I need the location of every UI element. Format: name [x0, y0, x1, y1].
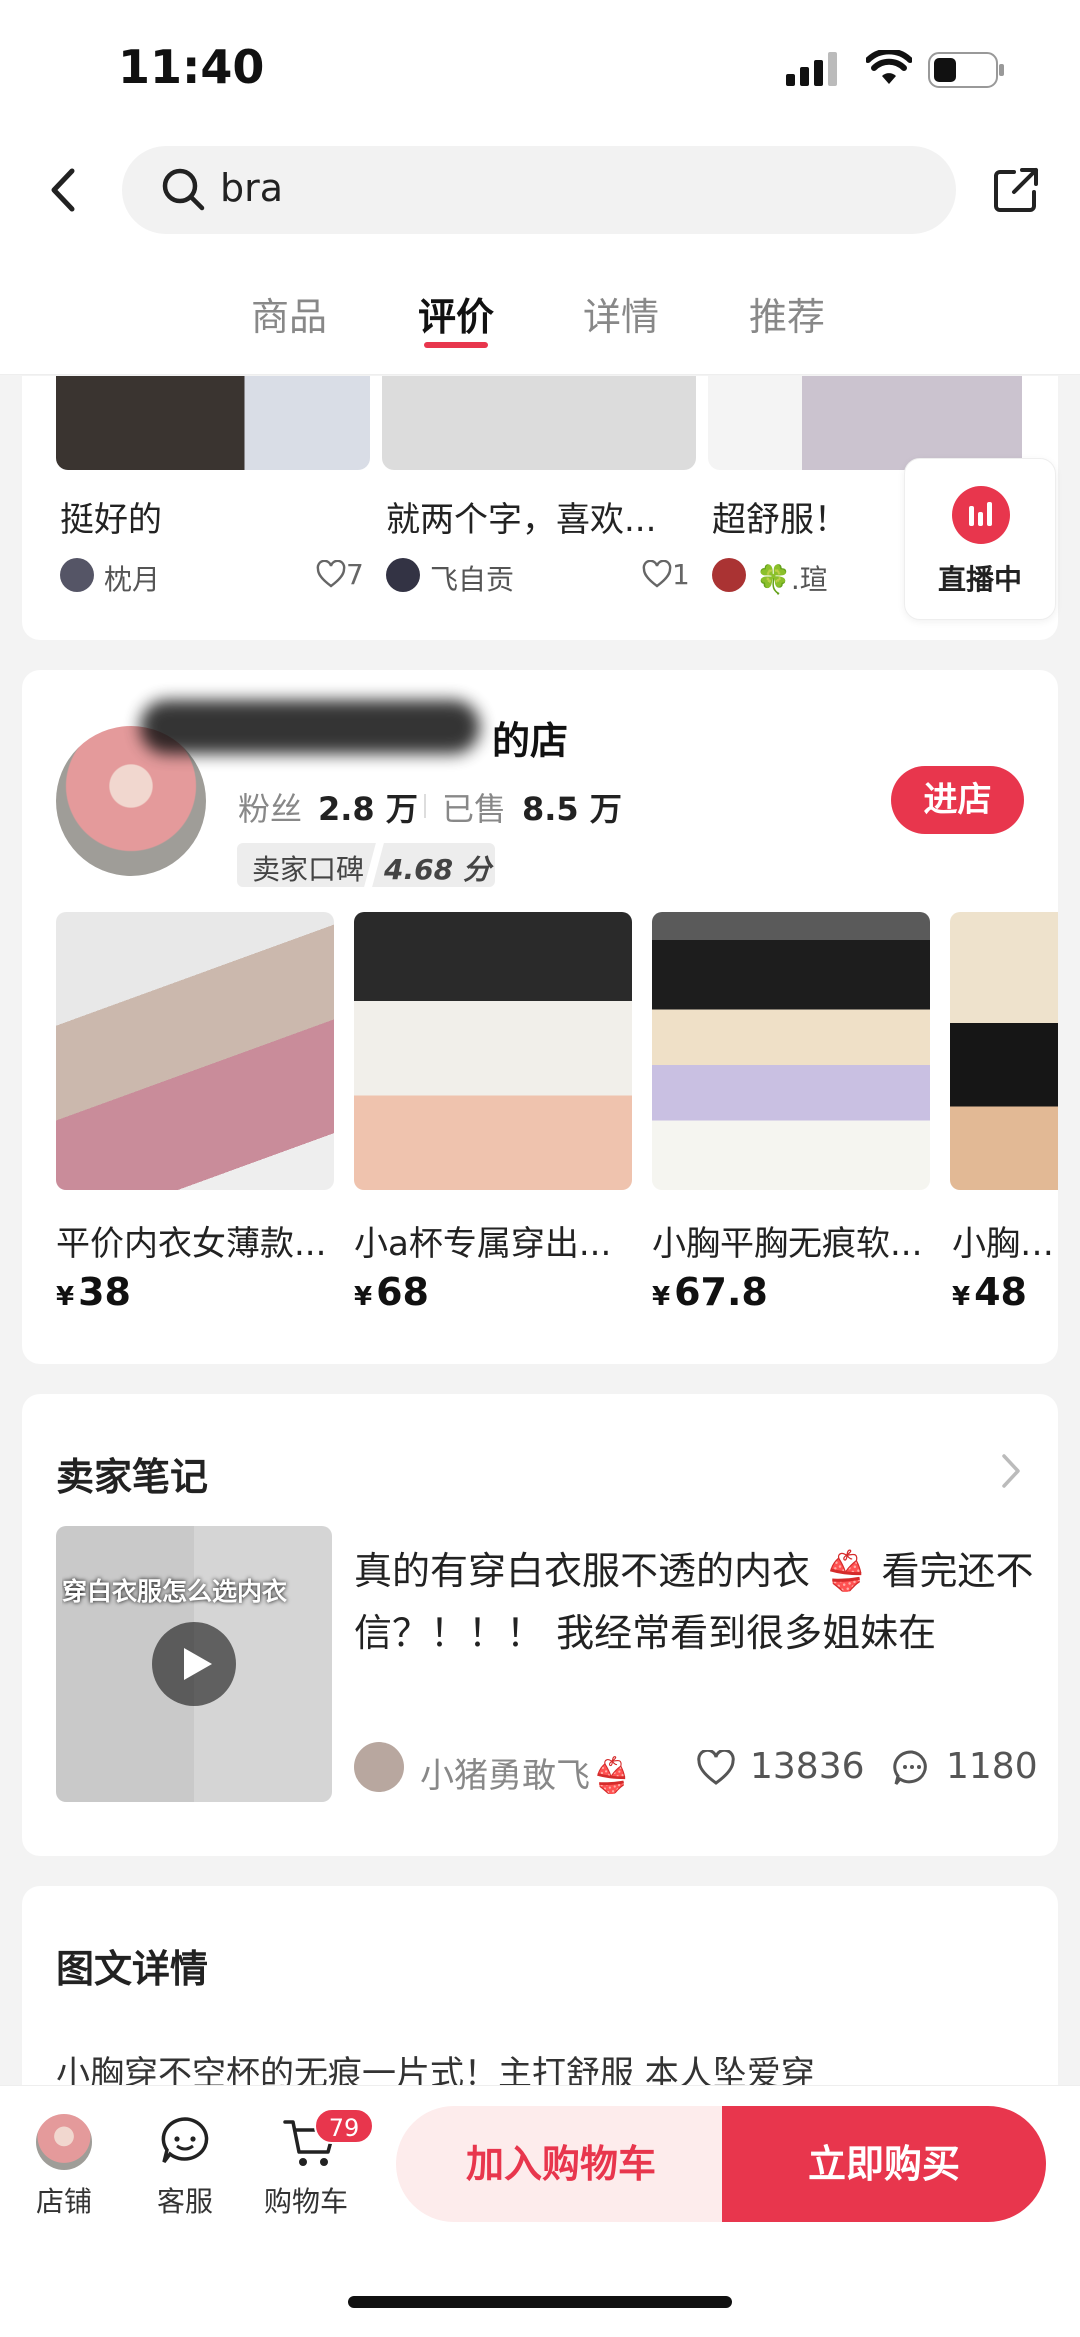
share-icon[interactable]	[992, 166, 1040, 214]
avatar	[386, 558, 420, 592]
product-price: ¥67.8	[652, 1270, 768, 1314]
heart-icon[interactable]	[642, 560, 672, 588]
product-price: ¥68	[354, 1270, 429, 1314]
shop-button-label[interactable]: 店铺	[14, 2180, 114, 2220]
review-image[interactable]	[382, 376, 696, 470]
search-input[interactable]: bra	[220, 166, 283, 210]
comment-icon[interactable]	[892, 1748, 932, 1788]
product-price: ¥48	[952, 1270, 1027, 1314]
active-tab-indicator	[424, 342, 488, 348]
avatar	[60, 558, 94, 592]
tab-recommend[interactable]: 推荐	[732, 286, 842, 341]
review-image[interactable]	[708, 376, 1022, 470]
cart-count-badge: 79	[314, 2108, 374, 2144]
product-title[interactable]: 小a杯专属穿出...	[354, 1216, 634, 1265]
status-time: 11:40	[118, 40, 265, 94]
enter-shop-button[interactable]: 进店	[891, 766, 1024, 834]
product-title[interactable]: 平价内衣女薄款...	[56, 1216, 336, 1265]
home-indicator	[348, 2296, 732, 2308]
fans-label: 粉丝	[238, 790, 303, 828]
heart-icon[interactable]	[696, 1750, 736, 1786]
avatar	[354, 1742, 404, 1792]
review-likes: 1	[672, 558, 690, 591]
live-bars-icon	[969, 502, 992, 526]
buy-now-button[interactable]: 立即购买	[722, 2106, 1046, 2222]
shop-name-redacted	[140, 700, 480, 754]
sold-label: 已售	[442, 790, 507, 828]
product-price: ¥38	[56, 1270, 131, 1314]
review-likes: 7	[346, 558, 364, 591]
tab-products[interactable]: 商品	[234, 286, 344, 341]
chevron-right-icon[interactable]	[998, 1452, 1024, 1490]
sold-value: 8.5 万	[522, 790, 622, 828]
review-user: 枕月	[104, 563, 161, 596]
note-likes: 13836	[750, 1746, 865, 1787]
tab-reviews[interactable]: 评价	[401, 286, 511, 341]
review-text: 就两个字，喜欢...	[386, 500, 657, 540]
product-image[interactable]	[950, 912, 1058, 1190]
tab-details[interactable]: 详情	[566, 286, 676, 341]
battery-icon	[928, 52, 1004, 88]
product-image[interactable]	[56, 912, 334, 1190]
cart-button-label[interactable]: 购物车	[256, 2180, 356, 2220]
wifi-icon	[866, 50, 912, 84]
note-cover-caption: 穿白衣服怎么选内衣	[62, 1577, 288, 1606]
service-button-label[interactable]: 客服	[135, 2180, 235, 2220]
product-image[interactable]	[354, 912, 632, 1190]
note-comments: 1180	[946, 1746, 1038, 1787]
shop-name[interactable]: 的店	[492, 710, 568, 765]
product-title[interactable]: 小胸专...	[952, 1216, 1058, 1265]
note-text[interactable]: 真的有穿白衣服不透的内衣 👙 看完还不信？！！！ 我经常看到很多姐妹在	[354, 1540, 1034, 1664]
details-title: 图文详情	[56, 1947, 209, 1991]
avatar	[712, 558, 746, 592]
product-image[interactable]	[652, 912, 930, 1190]
fans-value: 2.8 万	[318, 790, 418, 828]
signal-icon	[786, 52, 837, 86]
back-icon[interactable]	[40, 165, 90, 215]
shop-avatar-icon[interactable]	[36, 2114, 92, 2170]
play-icon	[184, 1648, 212, 1680]
product-title[interactable]: 小胸平胸无痕软...	[652, 1216, 932, 1265]
review-text: 挺好的	[60, 500, 162, 540]
note-user: 小猪勇敢飞👙	[420, 1756, 633, 1796]
rating-value: 4.68 分	[384, 853, 491, 886]
review-user: 🍀.瑄	[756, 563, 828, 596]
review-text: 超舒服！	[712, 500, 848, 540]
divider	[424, 794, 426, 818]
rating-label: 卖家口碑	[252, 853, 365, 886]
heart-icon[interactable]	[316, 560, 346, 588]
add-to-cart-button[interactable]: 加入购物车	[396, 2106, 726, 2222]
notes-title: 卖家笔记	[56, 1455, 209, 1499]
customer-service-icon[interactable]	[158, 2114, 212, 2168]
review-user: 飞自贡	[430, 563, 515, 596]
search-icon	[162, 168, 205, 211]
live-label: 直播中	[937, 563, 1022, 596]
review-image[interactable]	[56, 376, 370, 470]
